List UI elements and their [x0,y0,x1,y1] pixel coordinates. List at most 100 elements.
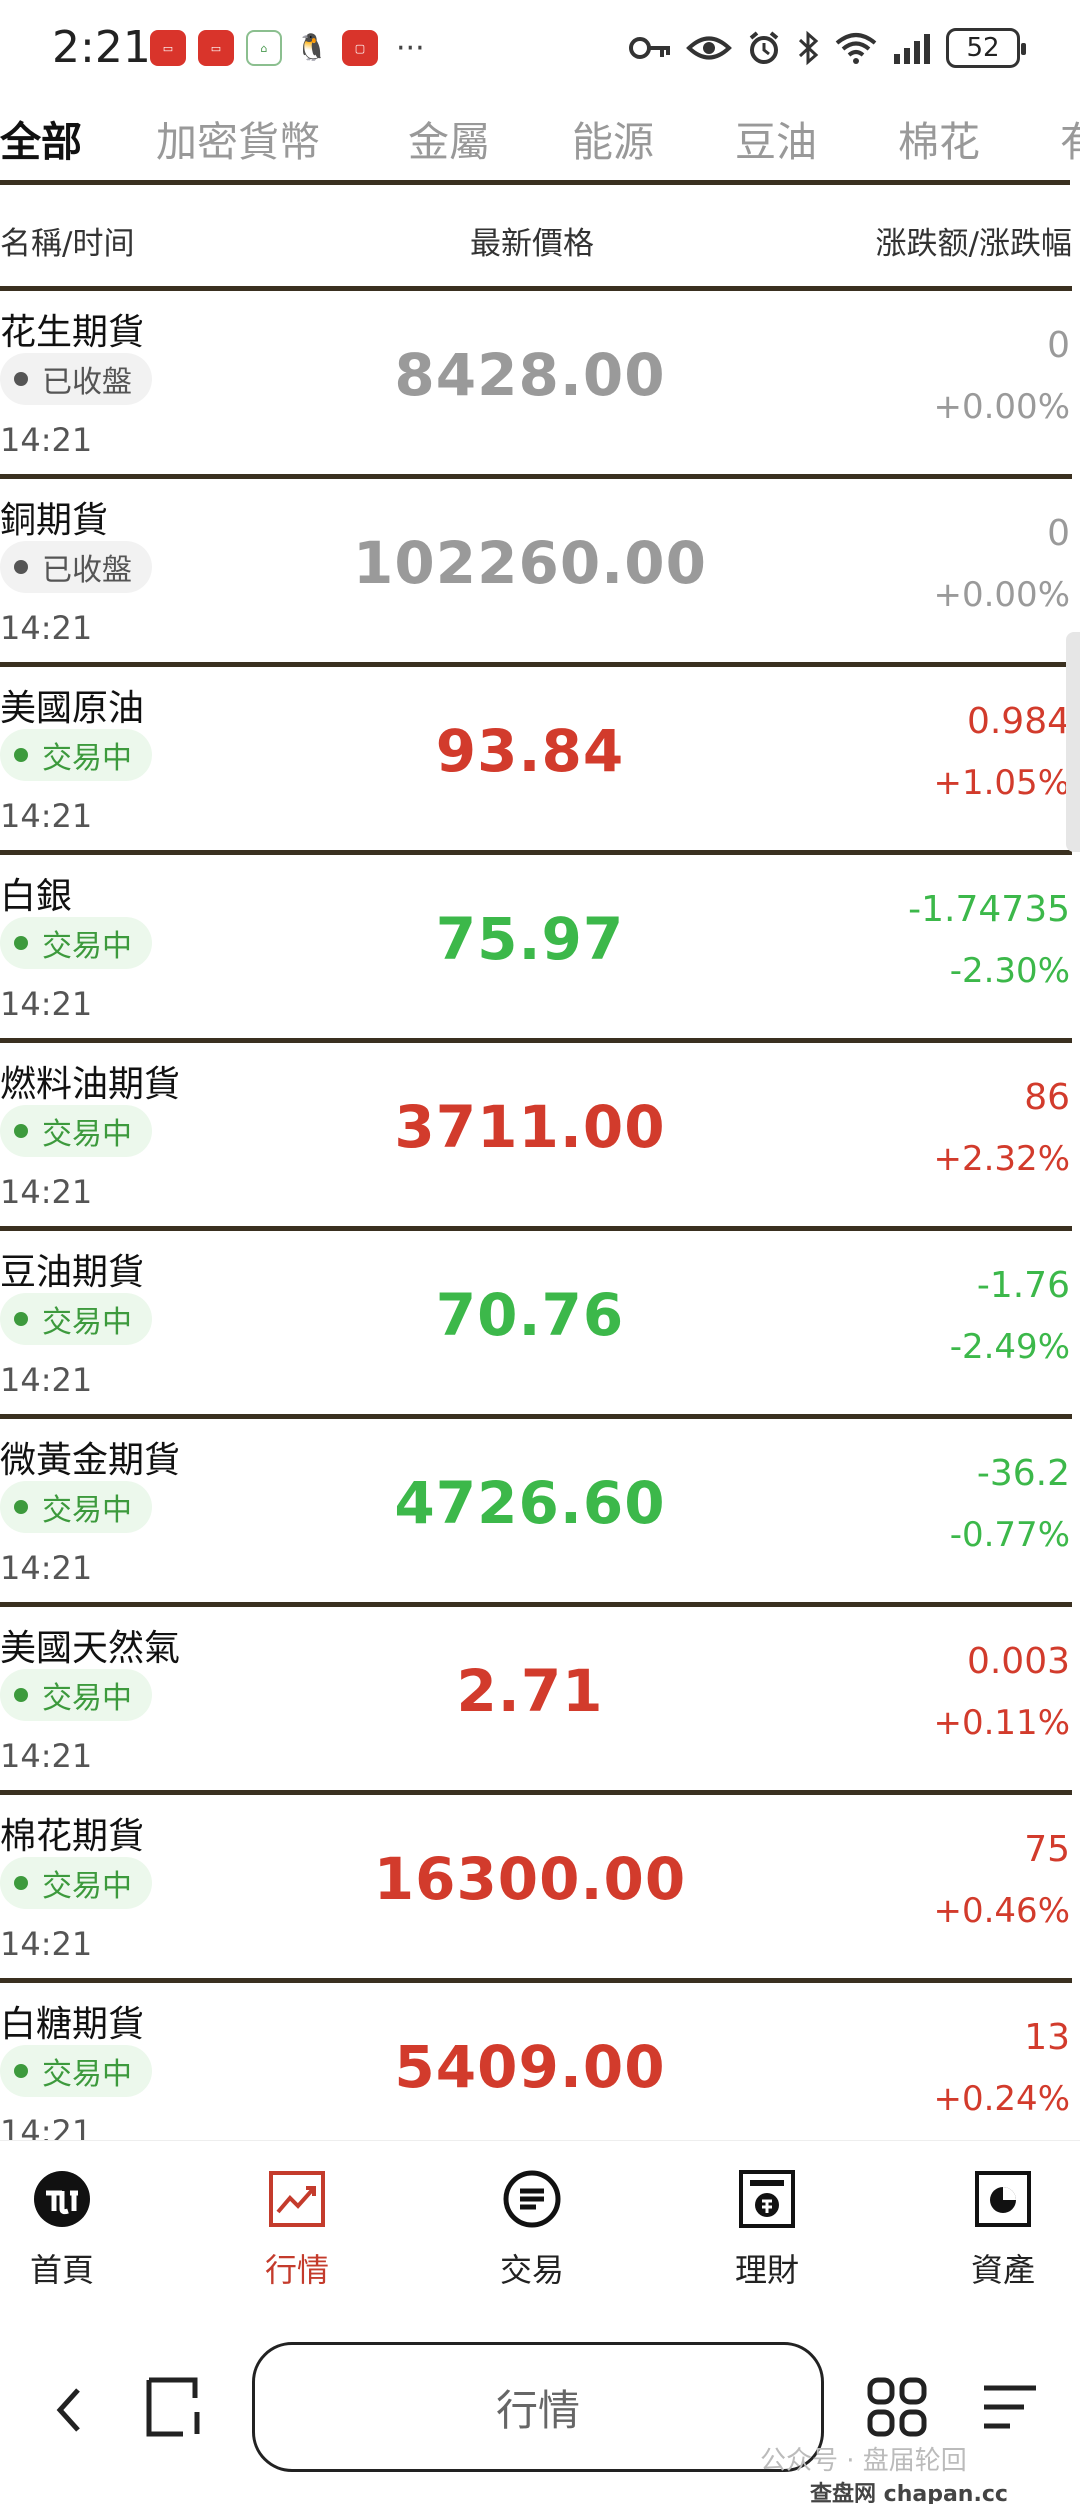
battery-icon: 52 [946,28,1026,68]
nav-assets[interactable]: 資產 [933,2167,1073,2291]
quote-row[interactable]: 白銀 交易中 14:21 75.97 -1.74735 -2.30% [0,850,1072,1038]
latest-price: 102260.00 [353,529,707,597]
status-dot-icon [14,1124,28,1138]
key-icon [628,33,672,63]
quote-row[interactable]: 微黃金期貨 交易中 14:21 4726.60 -36.2 -0.77% [0,1414,1072,1602]
latest-price: 5409.00 [394,2033,666,2101]
penguin-icon: 🐧 [294,30,330,66]
status-dot-icon [14,1500,28,1514]
instrument-name: 燃料油期貨 [0,1064,181,1105]
status-dot-icon [14,372,28,386]
bottom-nav: 首頁 行情 交易 理財 資產 [0,2140,1080,2300]
market-status-label: 交易中 [42,2057,132,2092]
quote-row[interactable]: 豆油期貨 交易中 14:21 70.76 -1.76 -2.49% [0,1226,1072,1414]
instrument-name: 白糖期貨 [0,2004,145,2045]
status-time: 2:21 [52,22,151,73]
watermark-text: 公众号 · 盘届轮回 [760,2446,967,2476]
price-change: 13 [1024,2017,1070,2058]
finance-icon [735,2167,799,2231]
nav-assets-label: 資產 [970,2251,1035,2289]
tab-more[interactable]: 有 [1060,108,1080,168]
quote-row[interactable]: 美國原油 交易中 14:21 93.84 0.984 +1.05% [0,662,1072,850]
bluetooth-icon [796,30,820,66]
apps-grid-icon[interactable] [866,2376,928,2442]
market-status-label: 交易中 [42,1493,132,1528]
quote-list: 花生期貨 已收盤 14:21 8428.00 0 +0.00% 銅期貨 已收盤 14:21 102… [0,286,1072,2166]
quote-row[interactable]: 美國天然氣 交易中 14:21 2.71 0.003 +0.11% [0,1602,1072,1790]
instrument-name: 花生期貨 [0,312,145,353]
price-change: -36.2 [976,1453,1070,1494]
market-status-label: 已收盤 [42,365,132,400]
home-logo-icon [30,2167,94,2231]
status-dot-icon [14,2064,28,2078]
market-status-label: 交易中 [42,1681,132,1716]
market-status-badge: 交易中 [0,1293,152,1345]
market-status-label: 已收盤 [42,553,132,588]
quote-time: 14:21 [0,1549,93,1587]
instrument-name: 銅期貨 [0,500,109,541]
nav-trade-label: 交易 [499,2251,564,2289]
market-status-label: 交易中 [42,1869,132,1904]
wifi-icon [834,31,878,65]
more-notifications-icon: ··· [396,30,425,66]
latest-price: 3711.00 [394,1093,666,1161]
price-change-percent: +1.05% [933,763,1071,803]
market-status-badge: 交易中 [0,729,152,781]
menu-icon[interactable] [980,2382,1040,2436]
tab-soybean-oil[interactable]: 豆油 [735,108,817,168]
alarm-icon [746,30,782,66]
instrument-name: 微黃金期貨 [0,1440,181,1481]
market-chart-icon [265,2167,329,2231]
tab-energy[interactable]: 能源 [572,108,654,168]
latest-price: 70.76 [435,1281,625,1349]
tab-crypto[interactable]: 加密貨幣 [156,108,320,168]
house-app-icon: ⌂ [246,30,282,66]
nav-finance[interactable]: 理財 [697,2167,837,2291]
price-change-percent: -2.30% [949,951,1070,991]
status-bar: 2:21 ▭ ▭ ⌂ 🐧 ▢ ··· 52 [0,0,1080,105]
price-change: 0.003 [966,1641,1070,1682]
quote-time: 14:21 [0,609,93,647]
price-change-percent: +0.24% [933,2079,1071,2119]
market-status-badge: 交易中 [0,2045,152,2097]
status-dot-icon [14,560,28,574]
quote-row[interactable]: 銅期貨 已收盤 14:21 102260.00 0 +0.00% [0,474,1072,662]
market-status-label: 交易中 [42,1117,132,1152]
column-header: 名稱/时间 最新價格 涨跌额/涨跌幅 [0,188,1072,288]
system-icons: 52 [628,28,1026,68]
tab-cotton[interactable]: 棉花 [898,108,980,168]
quote-row[interactable]: 白糖期貨 交易中 14:21 5409.00 13 +0.24% [0,1978,1072,2166]
huawei-store-icon: ▭ [198,30,234,66]
market-status-badge: 交易中 [0,1105,152,1157]
latest-price: 75.97 [435,905,625,973]
tab-all[interactable]: 全部 [0,108,82,168]
quote-time: 14:21 [0,1925,93,1963]
assets-pie-icon [971,2167,1035,2231]
quote-row[interactable]: 花生期貨 已收盤 14:21 8428.00 0 +0.00% [0,286,1072,474]
price-change-percent: +0.11% [933,1703,1071,1743]
back-icon[interactable] [48,2380,88,2444]
latest-price: 16300.00 [373,1845,687,1913]
signal-icon [892,32,932,64]
app-title-pill[interactable]: 行情 [252,2342,824,2472]
instrument-name: 美國天然氣 [0,1628,181,1669]
quote-time: 14:21 [0,985,93,1023]
latest-price: 8428.00 [394,341,666,409]
quote-row[interactable]: 燃料油期貨 交易中 14:21 3711.00 86 +2.32% [0,1038,1072,1226]
column-name: 名稱/时间 [0,226,135,262]
tab-metals[interactable]: 金屬 [408,108,490,168]
market-status-badge: 已收盤 [0,353,152,405]
recent-apps-icon[interactable] [145,2376,207,2442]
price-change-percent: +2.32% [933,1139,1071,1179]
price-change-percent: -2.49% [949,1327,1070,1367]
price-change: 0.984 [966,701,1070,742]
price-change-percent: +0.00% [933,575,1071,615]
nav-trade[interactable]: 交易 [462,2167,602,2291]
nav-home[interactable]: 首頁 [0,2167,132,2291]
market-status-label: 交易中 [42,741,132,776]
scroll-handle[interactable] [1066,632,1080,852]
quote-row[interactable]: 棉花期貨 交易中 14:21 16300.00 75 +0.46% [0,1790,1072,1978]
market-status-badge: 交易中 [0,1481,152,1533]
nav-market[interactable]: 行情 [227,2167,367,2291]
watermark-site: 查盘网 chapan.cc [810,2482,1008,2504]
